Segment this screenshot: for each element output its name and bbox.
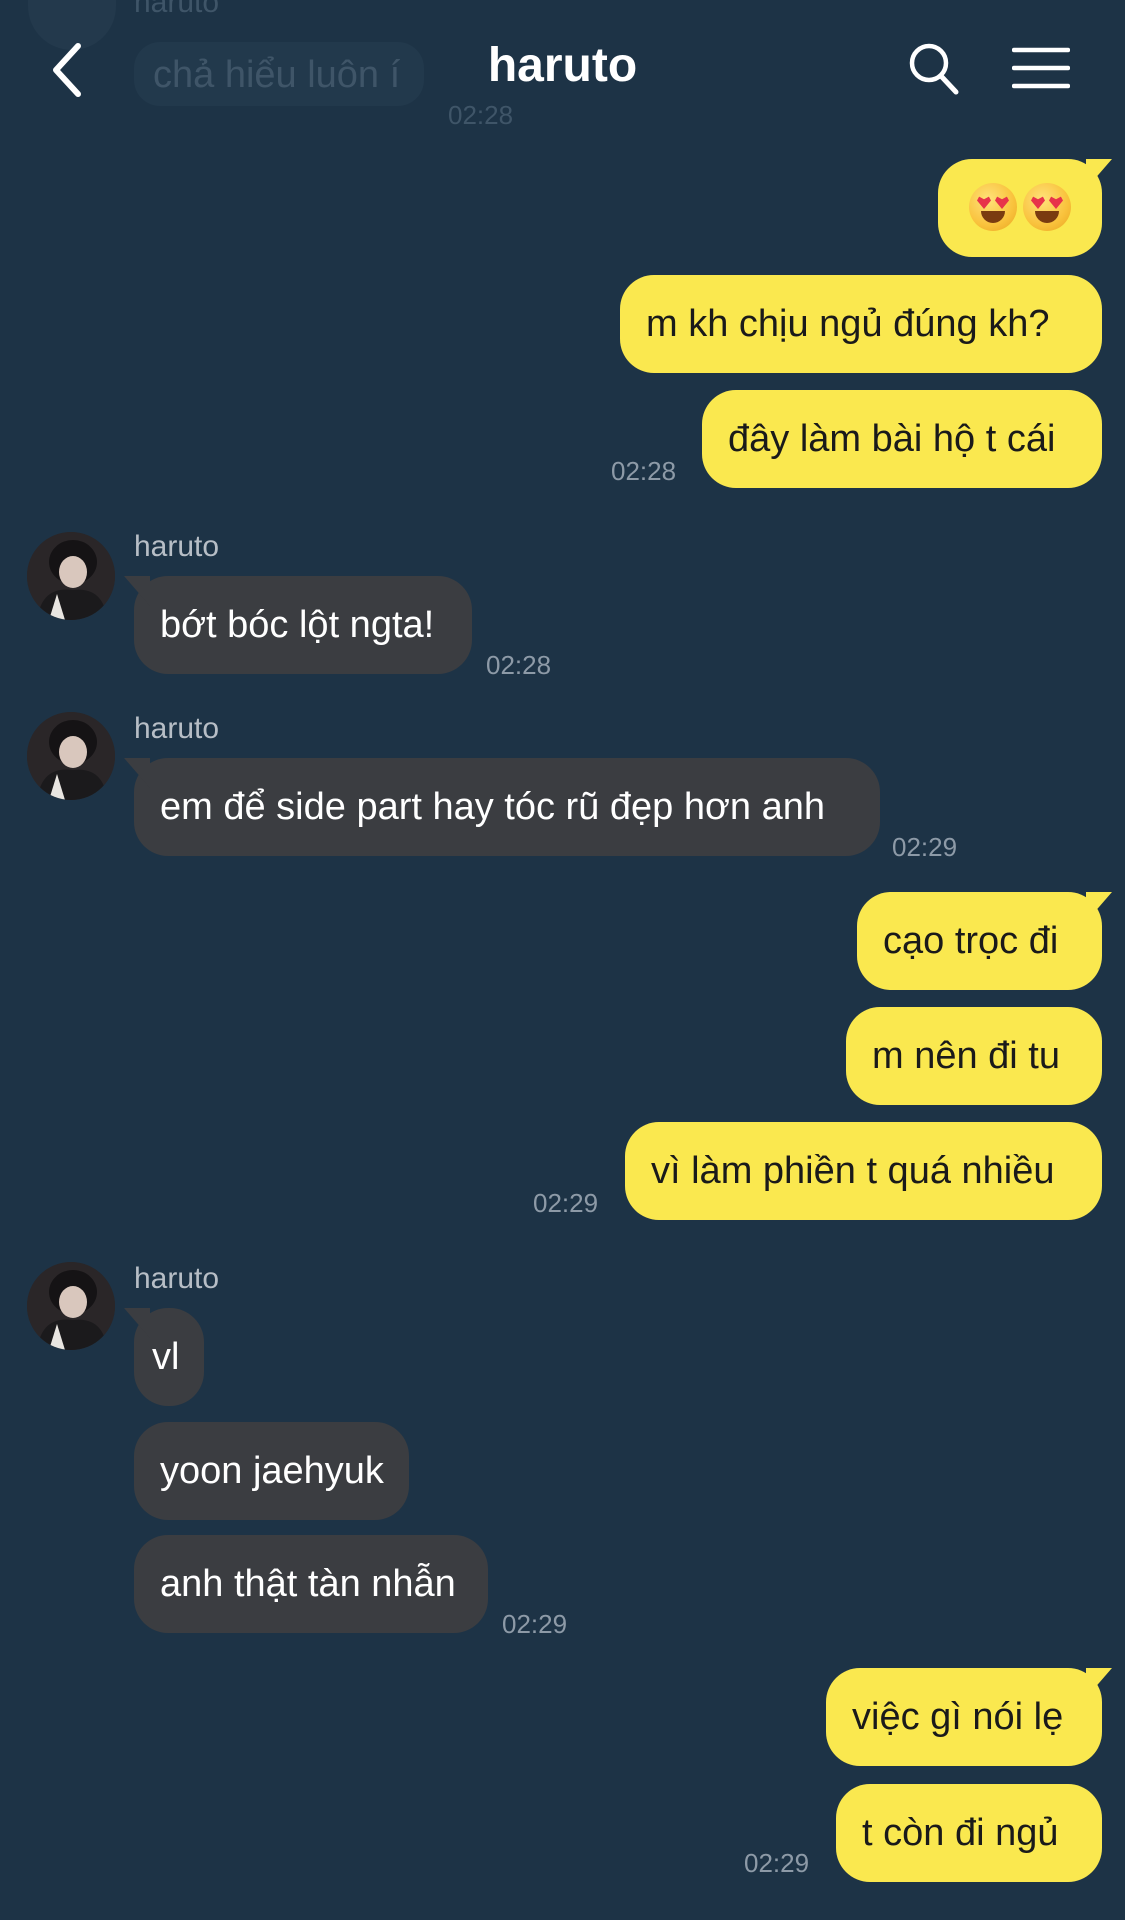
message-time: 02:28	[486, 650, 552, 680]
hamburger-menu-icon[interactable]	[1011, 46, 1071, 90]
incoming-message[interactable]: vl	[134, 1308, 204, 1406]
outgoing-message[interactable]: đây làm bài hộ t cái	[702, 390, 1102, 488]
outgoing-message[interactable]: cạo trọc đi	[857, 892, 1102, 990]
outgoing-message[interactable]: t còn đi ngủ	[836, 1784, 1102, 1882]
sender-name: haruto	[134, 712, 220, 745]
outgoing-message[interactable]: m nên đi tu	[846, 1007, 1102, 1105]
sender-name: haruto	[134, 530, 220, 563]
avatar[interactable]	[27, 532, 115, 620]
incoming-message[interactable]: anh thật tàn nhẫn	[134, 1535, 488, 1633]
chat-header: haruto	[0, 0, 1125, 140]
outgoing-emoji-bubble[interactable]	[938, 159, 1102, 257]
heart-eyes-emoji-icon	[969, 182, 1017, 231]
message-time: 02:29	[533, 1188, 599, 1218]
search-icon[interactable]	[908, 42, 960, 96]
message-time: 02:29	[892, 832, 958, 862]
avatar[interactable]	[27, 712, 115, 800]
outgoing-message[interactable]: việc gì nói lẹ	[826, 1668, 1102, 1766]
incoming-message[interactable]: yoon jaehyuk	[134, 1422, 409, 1520]
outgoing-message[interactable]: vì làm phiền t quá nhiều	[625, 1122, 1102, 1220]
message-time: 02:29	[502, 1609, 568, 1639]
message-time: 02:29	[744, 1848, 810, 1878]
outgoing-message[interactable]: m kh chịu ngủ đúng kh?	[620, 275, 1102, 373]
incoming-message[interactable]: em để side part hay tóc rũ đẹp hơn anh	[134, 758, 880, 856]
sender-name: haruto	[134, 1262, 220, 1295]
incoming-message[interactable]: bớt bóc lột ngta!	[134, 576, 472, 674]
message-time: 02:28	[611, 456, 677, 486]
heart-eyes-emoji-icon	[1023, 182, 1071, 231]
avatar[interactable]	[27, 1262, 115, 1350]
